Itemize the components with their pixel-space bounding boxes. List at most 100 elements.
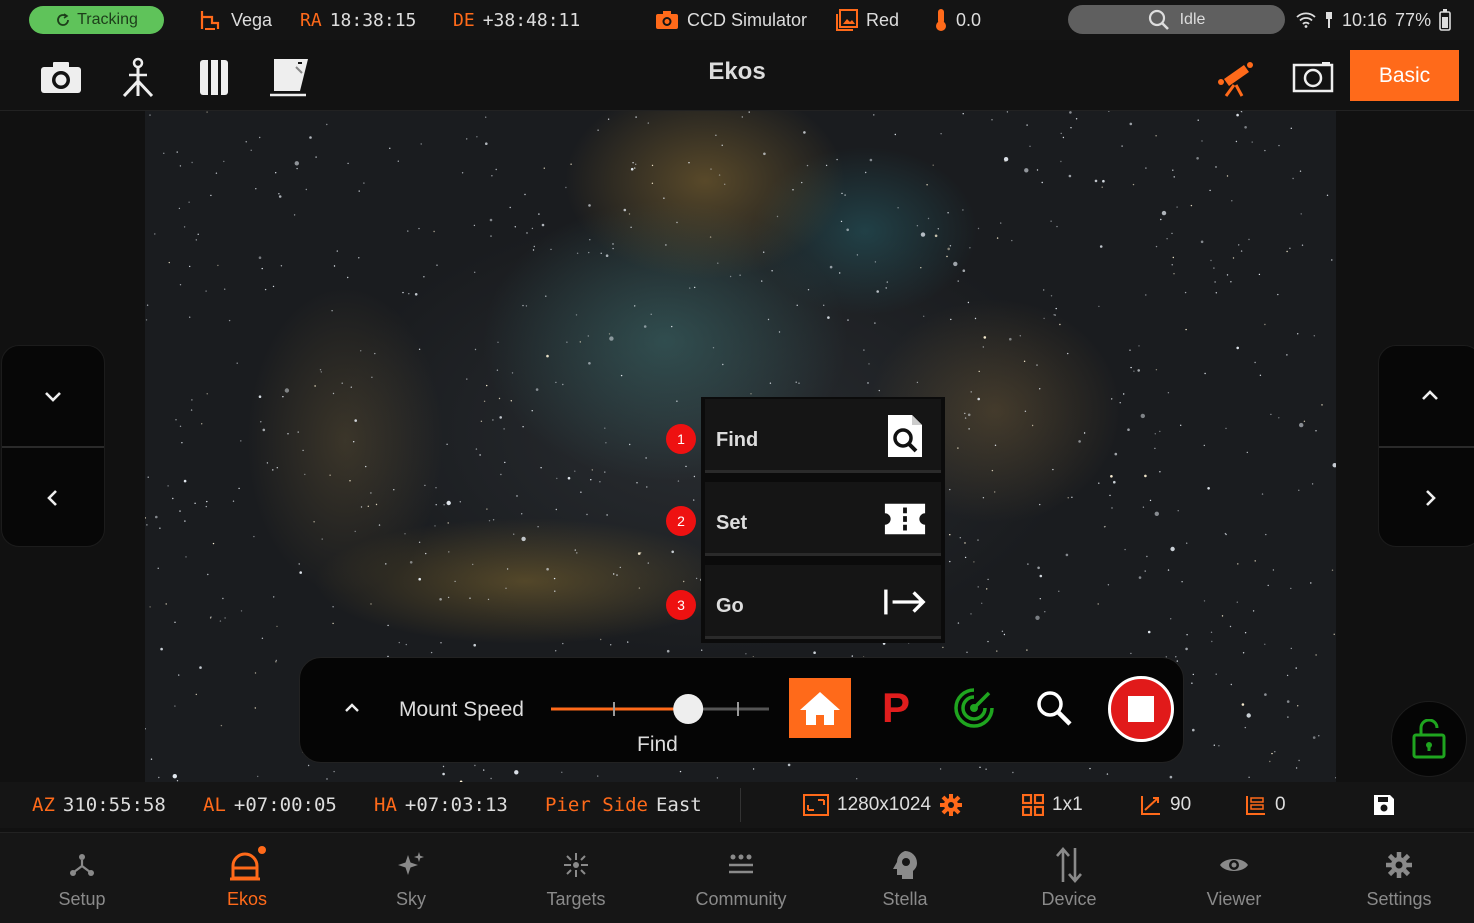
- camera-status[interactable]: CCD Simulator: [655, 0, 807, 40]
- nav-item-label: Setup: [58, 889, 106, 909]
- al-readout: AL +07:00:05: [203, 782, 337, 828]
- offset-setting[interactable]: 0: [1245, 782, 1286, 828]
- move-down-button[interactable]: [2, 346, 104, 446]
- nav-item-label: Community: [695, 889, 787, 909]
- temperature-status: 0.0: [934, 0, 981, 40]
- mount-target[interactable]: Vega: [199, 0, 272, 40]
- ha-readout: HA +07:03:13: [374, 782, 508, 828]
- refresh-icon: [55, 12, 71, 28]
- move-up-button[interactable]: [1379, 346, 1474, 446]
- nav-item-sky[interactable]: Sky: [329, 833, 493, 923]
- nav-item-stella[interactable]: Stella: [823, 833, 987, 923]
- thermometer-icon: [934, 8, 948, 32]
- move-right-button[interactable]: [1379, 448, 1474, 548]
- mount-control-panel: Mount Speed Find P: [299, 657, 1184, 763]
- focuser-icon[interactable]: [192, 55, 236, 99]
- search-icon: [1148, 9, 1170, 31]
- save-button[interactable]: [1373, 782, 1395, 828]
- unlock-icon: [1412, 719, 1446, 759]
- mount-speed-value: Find: [637, 733, 678, 756]
- nav-item-label: Stella: [882, 889, 928, 909]
- camera-icon: [655, 10, 679, 30]
- ticket-icon: [883, 496, 927, 542]
- menu-item-go[interactable]: Go: [705, 565, 941, 639]
- home-icon: [799, 690, 841, 726]
- expand-panel-button[interactable]: [340, 696, 364, 720]
- toolbar: Ekos Basic: [0, 40, 1474, 111]
- step-badge-1: 1: [666, 424, 696, 454]
- nav-item-setup[interactable]: Setup: [0, 833, 164, 923]
- image-filter-icon: [836, 9, 858, 31]
- community-icon: [727, 833, 755, 883]
- home-button[interactable]: [789, 678, 851, 738]
- transfer-arrows-icon: [1055, 833, 1083, 883]
- lock-toggle-button[interactable]: [1391, 701, 1467, 777]
- tracking-toggle-button[interactable]: [943, 678, 1005, 738]
- tracking-label: Tracking: [77, 11, 138, 28]
- nav-item-viewer[interactable]: Viewer: [1152, 833, 1316, 923]
- menu-item-label: Set: [716, 512, 748, 534]
- telescope-icon[interactable]: [1214, 55, 1258, 99]
- right-direction-pad: [1378, 345, 1474, 547]
- gear-icon: [939, 793, 963, 817]
- status-bar: Tracking Vega RA 18:38:15 DE +38:48:11 C…: [0, 0, 1474, 40]
- eye-icon: [1219, 833, 1249, 883]
- flat-panel-icon[interactable]: [267, 55, 311, 99]
- nav-item-settings[interactable]: Settings: [1317, 833, 1474, 923]
- chevron-up-icon: [344, 702, 360, 714]
- nav-item-device[interactable]: Device: [987, 833, 1151, 923]
- nav-item-label: Device: [1041, 889, 1097, 909]
- mount-speed-slider[interactable]: [551, 694, 769, 724]
- search-icon: [1035, 689, 1073, 727]
- battery-icon: [1439, 9, 1451, 31]
- mount-icon: [199, 9, 223, 31]
- nav-item-ekos[interactable]: Ekos: [165, 833, 329, 923]
- move-left-button[interactable]: [2, 448, 104, 548]
- de-value: +38:48:11: [482, 9, 581, 31]
- file-search-icon: [883, 413, 927, 459]
- basic-mode-button[interactable]: Basic: [1350, 50, 1459, 101]
- filter-status[interactable]: Red: [836, 0, 899, 40]
- resolution-setting[interactable]: 1280x1024: [803, 782, 963, 828]
- de-readout: DE +38:48:11: [453, 0, 580, 40]
- gain-value: 90: [1170, 794, 1192, 815]
- tracking-status-pill[interactable]: Tracking: [29, 6, 164, 34]
- binning-setting[interactable]: 1x1: [1022, 782, 1083, 828]
- nav-item-targets[interactable]: Targets: [494, 833, 658, 923]
- chevron-up-icon: [1420, 389, 1440, 403]
- resolution-value: 1280x1024: [837, 794, 932, 815]
- search-object-button[interactable]: [1023, 678, 1085, 738]
- step-badge-3: 3: [666, 590, 696, 620]
- binning-value: 1x1: [1052, 794, 1083, 815]
- chevron-left-icon: [46, 488, 60, 508]
- ha-value: +07:03:13: [404, 794, 508, 816]
- temperature-value: 0.0: [956, 9, 982, 30]
- menu-item-label: Find: [716, 429, 759, 451]
- system-status: 10:16 77%: [1296, 0, 1451, 40]
- gain-setting[interactable]: 90: [1140, 782, 1191, 828]
- menu-item-label: Go: [716, 595, 744, 617]
- align-menu: Find Set Go: [701, 397, 945, 643]
- target-radar-icon: [953, 687, 995, 729]
- stella-head-icon: [890, 833, 920, 883]
- wifi-icon: [1296, 12, 1316, 28]
- menu-item-set[interactable]: Set: [705, 482, 941, 556]
- search-status-pill[interactable]: Idle: [1068, 5, 1285, 34]
- bottom-navigation: Setup Ekos Sky Targets Community Stella: [0, 832, 1474, 923]
- ha-label: HA: [374, 794, 397, 816]
- slider-thumb[interactable]: [673, 694, 704, 724]
- stop-button[interactable]: [1108, 676, 1174, 742]
- nav-item-community[interactable]: Community: [659, 833, 823, 923]
- gain-icon: [1140, 794, 1162, 816]
- preview-camera-icon[interactable]: [1291, 55, 1335, 99]
- capture-camera-icon[interactable]: [39, 55, 83, 99]
- az-value: 310:55:58: [62, 794, 166, 816]
- arrow-to-right-icon: [883, 579, 927, 625]
- park-button[interactable]: P: [865, 678, 927, 738]
- telescope-mount-icon[interactable]: [116, 55, 160, 99]
- mount-speed-label: Mount Speed: [399, 698, 524, 721]
- menu-item-find[interactable]: Find: [705, 399, 941, 473]
- ra-label: RA: [300, 9, 322, 31]
- gear-icon: [1385, 833, 1413, 883]
- park-icon: P: [881, 684, 910, 731]
